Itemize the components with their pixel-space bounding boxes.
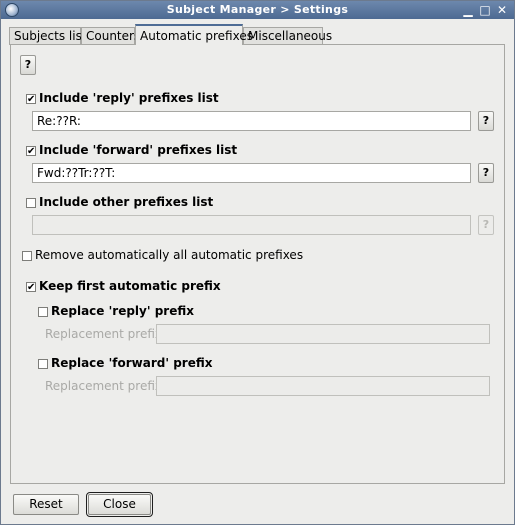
help-button[interactable]: ? [20,55,36,75]
include-reply-label: Include 'reply' prefixes list [39,91,219,105]
title-bar: Subject Manager > Settings ▁ □ ✕ [1,1,514,19]
reset-button[interactable]: Reset [13,494,79,515]
replace-forward-field [156,376,490,396]
window-title: Subject Manager > Settings [166,3,349,16]
include-other-label: Include other prefixes list [39,195,214,209]
forward-help-button[interactable]: ? [478,163,494,183]
automatic-prefixes-panel: ? ✔ Include 'reply' prefixes list Re:??R… [10,44,505,484]
replace-forward-checkbox[interactable] [38,359,48,369]
tab-subjects-list[interactable]: Subjects list [9,27,87,45]
include-reply-checkbox[interactable]: ✔ [26,94,36,105]
maximize-icon[interactable]: □ [478,3,492,17]
remove-all-label: Remove automatically all automatic prefi… [35,248,304,262]
keep-first-checkbox[interactable]: ✔ [26,282,36,293]
close-icon[interactable]: ✕ [495,3,509,17]
replace-reply-field-label: Replacement prefix [45,327,162,341]
replace-forward-label: Replace 'forward' prefix [51,356,213,370]
minimize-icon[interactable]: ▁ [461,3,475,17]
remove-all-checkbox[interactable] [22,251,32,261]
reply-help-button[interactable]: ? [478,111,494,131]
close-button[interactable]: Close [86,492,153,517]
include-other-checkbox[interactable] [26,198,36,208]
reply-prefixes-field[interactable]: Re:??R: [32,111,471,131]
other-prefixes-field [32,215,471,235]
replace-reply-field [156,324,490,344]
replace-reply-label: Replace 'reply' prefix [51,304,194,318]
keep-first-label: Keep first automatic prefix [39,279,221,293]
settings-window: Subject Manager > Settings ▁ □ ✕ Subject… [0,0,515,525]
other-help-button: ? [478,215,494,235]
tab-miscellaneous[interactable]: Miscellaneous [243,27,332,45]
include-forward-checkbox[interactable]: ✔ [26,146,36,157]
replace-reply-checkbox[interactable] [38,307,48,317]
include-forward-label: Include 'forward' prefixes list [39,143,238,157]
tab-counters[interactable]: Counters [81,27,140,45]
forward-prefixes-field[interactable]: Fwd:??Tr:??T: [32,163,471,183]
replace-forward-field-label: Replacement prefix [45,379,162,393]
tab-automatic-prefixes[interactable]: Automatic prefixes [135,24,253,45]
